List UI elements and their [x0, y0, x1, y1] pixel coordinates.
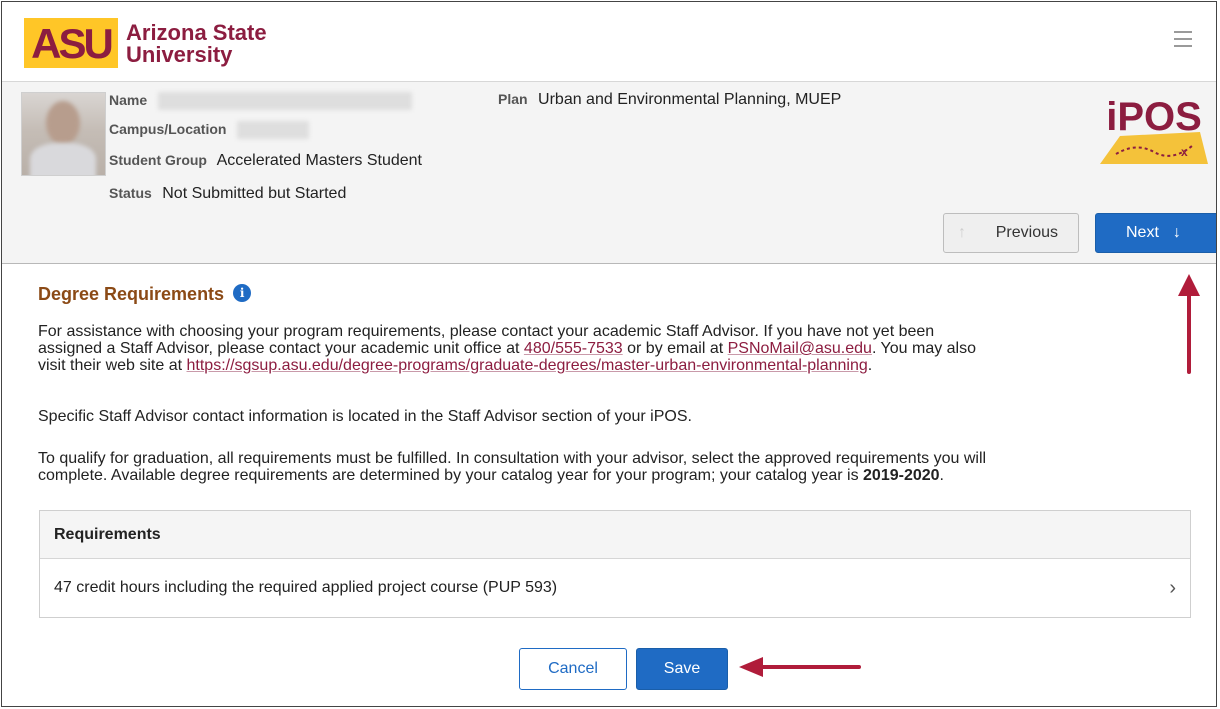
status-field: Status Not Submitted but Started [109, 185, 346, 203]
student-group-field: Student Group Accelerated Masters Studen… [109, 152, 422, 170]
app-frame: ASU Arizona State University Name Campus… [1, 1, 1217, 707]
requirements-header: Requirements [40, 511, 1190, 559]
annotation-arrow-left-icon [739, 657, 861, 677]
phone-link[interactable]: 480/555-7533 [524, 340, 623, 357]
student-group-label: Student Group [109, 152, 207, 168]
status-label: Status [109, 185, 152, 201]
requirement-label: 47 credit hours including the required a… [54, 579, 558, 596]
info-icon[interactable]: i [233, 284, 252, 302]
graduation-line-1: To qualify for graduation, all requireme… [38, 450, 987, 467]
university-name-line2: University [126, 42, 233, 67]
next-label: Next [1126, 224, 1159, 241]
save-button[interactable]: Save [636, 648, 728, 690]
section-title-text: Degree Requirements [38, 284, 225, 304]
catalog-year: 2019-2020 [863, 467, 940, 484]
university-name: Arizona State University [126, 22, 267, 66]
chevron-right-icon: › [1169, 577, 1176, 599]
arrow-down-icon: ↓ [1172, 224, 1181, 241]
email-link[interactable]: PSNoMail@asu.edu [728, 340, 872, 357]
student-info-panel: Name Campus/Location Student Group Accel… [2, 82, 1216, 264]
previous-label: Previous [995, 224, 1058, 241]
student-name-redacted [157, 92, 412, 110]
campus-redacted [236, 121, 309, 139]
campus-field: Campus/Location [109, 121, 309, 139]
assistance-line-3: visit their web site at https://sgsup.as… [38, 357, 873, 374]
arrow-up-icon: ↑ [958, 224, 966, 241]
graduation-paragraph: To qualify for graduation, all requireme… [38, 450, 986, 484]
university-name-line1: Arizona State [126, 20, 267, 45]
student-photo [21, 92, 106, 176]
student-name-field: Name [109, 92, 412, 110]
svg-text:x: x [1181, 145, 1188, 159]
campus-label: Campus/Location [109, 121, 227, 138]
annotation-arrow-up-icon [1178, 274, 1200, 374]
assistance-paragraph: For assistance with choosing your progra… [38, 323, 976, 374]
cancel-button[interactable]: Cancel [519, 648, 627, 690]
section-title: Degree Requirements i [38, 284, 252, 305]
student-group-value: Accelerated Masters Student [216, 152, 422, 169]
asu-logo-mark: ASU [24, 18, 118, 68]
staff-advisor-note: Specific Staff Advisor contact informati… [38, 408, 692, 425]
previous-button[interactable]: ↑ Previous [943, 213, 1079, 253]
plan-value: Urban and Environmental Planning, MUEP [538, 91, 842, 108]
requirement-row[interactable]: 47 credit hours including the required a… [40, 559, 1190, 617]
name-label: Name [109, 92, 148, 109]
asu-logo[interactable]: ASU Arizona State University [24, 18, 267, 68]
top-bar: ASU Arizona State University [2, 2, 1216, 82]
plan-field: Plan Urban and Environmental Planning, M… [498, 91, 841, 109]
ipos-logo-text: iPOS [1106, 95, 1202, 139]
hamburger-menu-icon[interactable] [1174, 31, 1192, 47]
graduation-line-2: complete. Available degree requirements … [38, 467, 944, 484]
asu-logo-letters: ASU [31, 20, 111, 67]
program-website-link[interactable]: https://sgsup.asu.edu/degree-programs/gr… [187, 357, 868, 374]
assistance-line-2: assigned a Staff Advisor, please contact… [38, 340, 977, 357]
requirements-table: Requirements 47 credit hours including t… [39, 510, 1191, 618]
next-button[interactable]: Next ↓ [1095, 213, 1216, 253]
plan-label: Plan [498, 91, 528, 107]
status-value: Not Submitted but Started [162, 185, 347, 202]
ipos-logo: x iPOS [1100, 95, 1208, 164]
assistance-line-1: For assistance with choosing your progra… [38, 323, 935, 340]
